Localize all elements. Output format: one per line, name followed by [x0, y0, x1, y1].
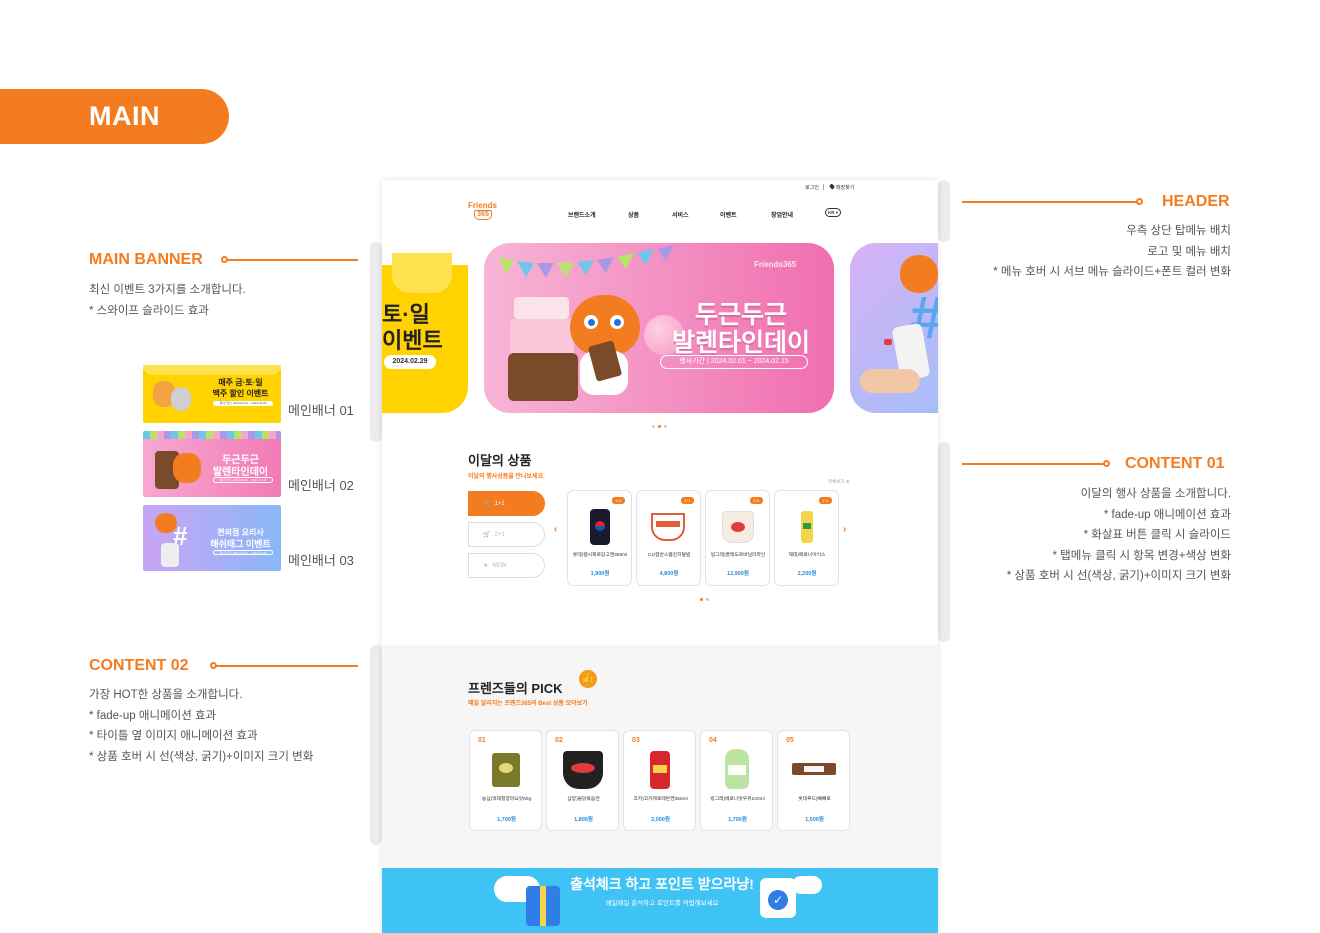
language-selector[interactable]: KR ▾ — [825, 208, 841, 217]
divider — [823, 184, 824, 190]
thumbnail-label: 메인배너 01 — [288, 403, 354, 418]
product-image — [563, 751, 603, 789]
banner-slide-main[interactable]: Friends365 두근두근 발렌타인데이 행사기간 | 2024.02.01… — [484, 243, 834, 413]
pick-card[interactable]: 03 코카)코카제로레몬캔355ml 2,000원 — [623, 730, 696, 831]
banner-slide-prev[interactable]: 토·일 이벤트 2024.02.29 — [382, 243, 468, 413]
content01-desc: 이달의 행사 상품을 소개합니다. * fade-up 애니메이션 효과 * 화… — [1006, 488, 1231, 582]
connector-dot — [221, 256, 228, 263]
gift-icon — [526, 886, 560, 926]
product-image — [792, 763, 836, 775]
location-pin-icon — [828, 183, 836, 190]
banner-thumbnail-03: # 편의점 요리사 해쉬태그 이벤트 행사기간 | 2024.02.01 ~ 2… — [143, 505, 281, 571]
main-banner-title: MAIN BANNER — [89, 251, 203, 268]
pagination-dot[interactable] — [652, 425, 655, 428]
pagination-dot[interactable] — [706, 598, 709, 601]
nav-franchise[interactable]: 창업안내 — [771, 210, 793, 219]
product-card[interactable]: 1+1 해태)메로나아이스 2,200원 — [774, 490, 839, 586]
product-image — [651, 513, 685, 541]
pick-card[interactable]: 05 롯데푸드)빼빼로 1,500원 — [777, 730, 850, 831]
banner-thumbnail-02: 두근두근 발렌타인데이 행사기간 | 2024.02.01 ~ 2024.02.… — [143, 431, 281, 497]
cloud-icon — [792, 876, 822, 894]
pagination-dot[interactable] — [664, 425, 667, 428]
nav-event[interactable]: 이벤트 — [720, 210, 737, 219]
content02-title: CONTENT 02 — [89, 657, 189, 674]
cake-icon — [514, 297, 569, 319]
product-image — [590, 509, 610, 545]
calendar-icon: ✓ — [760, 878, 796, 918]
logo[interactable]: Friends 365 — [468, 202, 497, 220]
thumbnail-label: 메인배너 02 — [288, 478, 354, 493]
website-mockup: 로그인 매장찾기 Friends 365 브랜드소개 상품 서비스 이벤트 창업… — [382, 180, 938, 933]
content01-subheading: 이달의 행사상품을 만나보세요. — [468, 474, 545, 480]
store-finder-link[interactable]: 매장찾기 — [836, 184, 854, 191]
connector-line — [962, 201, 1140, 203]
tab-2plus1[interactable]: 🛒 2+1 — [468, 522, 545, 547]
nav-brand[interactable]: 브랜드소개 — [568, 210, 596, 219]
connector-dot — [1136, 198, 1143, 205]
pagination-dot-active[interactable] — [700, 598, 703, 601]
thumbs-up-icon: 👍 — [579, 670, 597, 688]
tab-1plus1[interactable]: 🛒 1+1 — [468, 491, 545, 516]
view-all-link[interactable]: 전체보기 ⊕ — [828, 479, 850, 485]
product-card[interactable]: 1+1 롯데)펩시제로망고캔355ml 1,900원 — [567, 490, 632, 586]
nav-service[interactable]: 서비스 — [672, 210, 689, 219]
connector-dot — [210, 662, 217, 669]
content02-heading: 프렌즈들의 PICK — [468, 681, 563, 696]
pick-card[interactable]: 01 농심)먹태청양마요맛60g 1,700원 — [469, 730, 542, 831]
section-label: MAIN — [0, 89, 229, 144]
tab-new[interactable]: ★ NEW — [468, 553, 545, 578]
next-arrow-button[interactable]: › — [843, 524, 846, 535]
section-marker — [370, 645, 382, 845]
product-card[interactable]: 1+1 빙그레)끌레도르바닐라파인 12,900원 — [705, 490, 770, 586]
prev-arrow-button[interactable]: ‹ — [554, 524, 557, 535]
attendance-banner[interactable]: 출석체크 하고 포인트 받으라냥! 매일매일 출석하고 포인트를 적립해보세요 … — [382, 868, 938, 933]
product-image — [801, 511, 813, 543]
banner-thumbnail-01: 매주 금·토·일 맥주 할인 이벤트 행사기간 | 2024.02.01 ~ 2… — [143, 357, 281, 423]
connector-line — [962, 463, 1107, 465]
connector-dot — [1103, 460, 1110, 467]
product-image — [492, 753, 520, 787]
thumbnail-label: 메인배너 03 — [288, 553, 354, 568]
product-image — [650, 751, 670, 789]
nav-products[interactable]: 상품 — [628, 210, 639, 219]
section-marker — [370, 242, 382, 442]
connector-line — [215, 665, 358, 667]
product-image — [722, 511, 754, 543]
banner-slide-next[interactable]: # — [850, 243, 938, 413]
main-banner-desc: 최신 이벤트 3가지를 소개합니다. * 스와이프 슬라이드 효과 — [89, 284, 246, 317]
content01-title: CONTENT 01 — [1125, 455, 1225, 472]
content02-subheading: 매일 달라지는 프렌즈365의 Best 상품 모아보기 — [468, 701, 588, 707]
product-image — [725, 749, 749, 789]
pick-card[interactable]: 02 삼양)불닭볶음면 1,800원 — [546, 730, 619, 831]
connector-line — [226, 259, 358, 261]
header-desc: 우측 상단 탑메뉴 배치 로고 및 메뉴 배치 * 메뉴 호버 시 서브 메뉴 … — [993, 225, 1231, 278]
login-link[interactable]: 로그인 — [805, 184, 819, 191]
content02-desc: 가장 HOT한 상품을 소개합니다. * fade-up 애니메이션 효과 * … — [89, 689, 314, 763]
product-card[interactable]: 1+1 CJ)컵반스팸김치덮밥 4,800원 — [636, 490, 701, 586]
pagination-dot-active[interactable] — [658, 425, 661, 428]
header-title: HEADER — [1162, 193, 1230, 210]
pick-card[interactable]: 04 빙그레)메로나맛우유240ml 1,700원 — [700, 730, 773, 831]
content01-heading: 이달의 상품 — [468, 453, 532, 468]
